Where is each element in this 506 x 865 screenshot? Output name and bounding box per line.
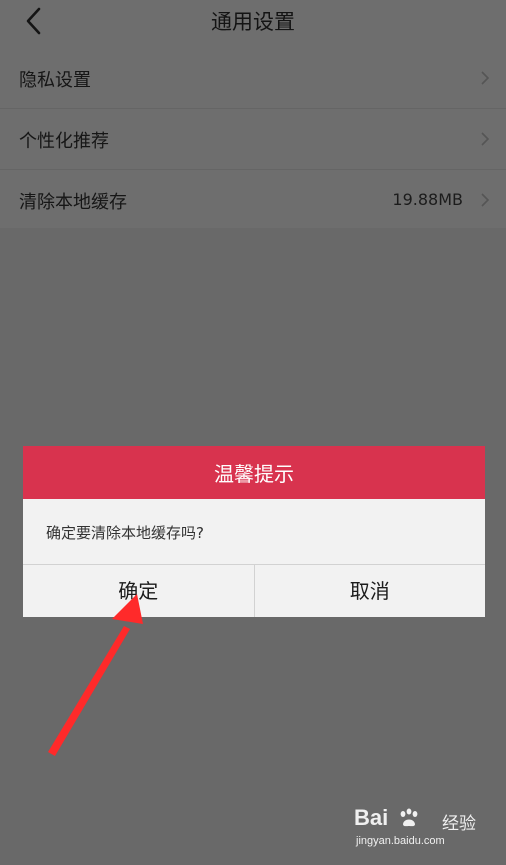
nav-bar: 通用设置: [0, 0, 506, 44]
settings-row-label: 个性化推荐: [19, 131, 109, 152]
page-title: 通用设置: [211, 10, 295, 34]
watermark-product: 经验: [442, 814, 476, 834]
confirm-dialog: 温馨提示 确定要清除本地缓存吗? 确定 取消: [23, 446, 485, 617]
watermark-brand: Bai: [354, 805, 389, 830]
settings-row-personalized-recommendation[interactable]: 个性化推荐: [0, 109, 506, 170]
chevron-right-icon: [481, 71, 490, 85]
settings-list: 隐私设置 个性化推荐 清除本地缓存 19.88MB: [0, 48, 506, 230]
settings-row-clear-cache[interactable]: 清除本地缓存 19.88MB: [0, 170, 506, 230]
settings-row-privacy[interactable]: 隐私设置: [0, 48, 506, 109]
chevron-right-icon: [481, 132, 490, 146]
paw-icon: [400, 808, 418, 827]
dialog-buttons: 确定 取消: [23, 565, 485, 617]
watermark-url: jingyan.baidu.com: [356, 835, 445, 847]
watermark: Bai 经验 jingyan.baidu.com: [354, 805, 494, 855]
confirm-button[interactable]: 确定: [23, 565, 254, 617]
arrow-shaft: [48, 626, 130, 756]
settings-row-label: 清除本地缓存: [19, 192, 127, 213]
settings-page: 通用设置 隐私设置 个性化推荐 清除本地缓存 19.88MB: [0, 0, 506, 228]
settings-row-label: 隐私设置: [19, 70, 91, 91]
cache-size-value: 19.88MB: [392, 190, 463, 209]
chevron-right-icon: [481, 193, 490, 207]
dialog-message: 确定要清除本地缓存吗?: [23, 499, 485, 565]
cancel-button[interactable]: 取消: [253, 565, 486, 617]
dialog-title: 温馨提示: [23, 446, 485, 499]
